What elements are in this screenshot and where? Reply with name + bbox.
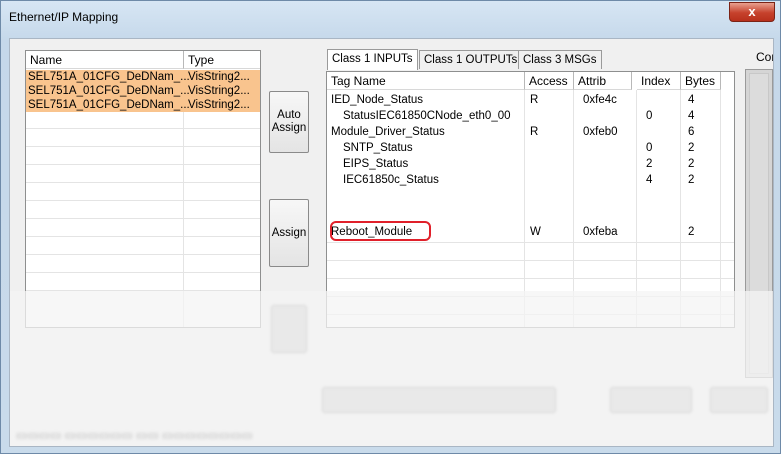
list-item-name: SEL751A_01CFG_DeDNam_... (28, 99, 190, 111)
index-cell: 0 (646, 142, 653, 154)
list-item[interactable]: SEL751A_01CFG_DeDNam_... VisString2... (26, 84, 260, 98)
grid-line (26, 128, 260, 129)
bytes-cell: 6 (688, 126, 695, 138)
tab-class3-msgs[interactable]: Class 3 MSGs (518, 50, 602, 69)
list-item-type: VisString2... (188, 71, 250, 83)
column-header-access[interactable]: Access (525, 72, 574, 90)
close-button[interactable]: x (729, 2, 775, 22)
list-item[interactable]: SEL751A_01CFG_DeDNam_... VisString2... (26, 98, 260, 112)
index-cell: 0 (646, 110, 653, 122)
bytes-cell: 2 (688, 142, 695, 154)
attrib-cell: 0xfeb0 (583, 126, 618, 138)
list-item-type: VisString2... (188, 99, 250, 111)
tag-name-cell: SNTP_Status (343, 142, 413, 154)
blurred-button[interactable] (271, 305, 307, 353)
blurred-button[interactable] (610, 387, 692, 413)
column-header-bytes[interactable]: Bytes (681, 72, 721, 90)
grid-line (26, 146, 260, 147)
available-tags-list[interactable]: Name Type SEL751A_01CFG_DeDNam_... VisSt… (25, 50, 261, 328)
bytes-cell: 2 (688, 174, 695, 186)
grid-line (26, 254, 260, 255)
grid-line (26, 164, 260, 165)
auto-assign-button[interactable]: Auto Assign (269, 91, 309, 153)
washed-out-region (10, 291, 773, 446)
blurred-button[interactable] (710, 387, 768, 413)
bytes-cell: 4 (688, 94, 695, 106)
grid-line (26, 218, 260, 219)
assign-button[interactable]: Assign (269, 199, 309, 267)
tag-name-cell: EIPS_Status (343, 158, 409, 170)
tag-name-cell: IEC61850c_Status (343, 174, 439, 186)
access-cell: R (530, 126, 539, 138)
highlight-circle (330, 221, 431, 241)
attrib-cell: 0xfe4c (583, 94, 617, 106)
column-header-index[interactable]: Index (637, 72, 681, 90)
grid-line (327, 260, 734, 261)
list-item-name: SEL751A_01CFG_DeDNam_... (28, 85, 190, 97)
tag-mapping-table[interactable]: Tag Name Access Attrib Index Bytes IED_N… (326, 71, 735, 328)
window-title: Ethernet/IP Mapping (9, 10, 119, 24)
index-cell: 2 (646, 158, 653, 170)
list-item-name: SEL751A_01CFG_DeDNam_... (28, 71, 190, 83)
ethernet-ip-mapping-window: Ethernet/IP Mapping x Name Type SEL751A_… (0, 0, 781, 454)
bytes-cell: 2 (688, 158, 695, 170)
dialog-client-area: Name Type SEL751A_01CFG_DeDNam_... VisSt… (9, 38, 774, 447)
grid-line (26, 200, 260, 201)
access-cell: W (530, 226, 541, 238)
column-header-type[interactable]: Type (184, 51, 260, 69)
attrib-cell: 0xfeba (583, 226, 618, 238)
tag-name-cell: Module_Driver_Status (331, 126, 445, 138)
access-cell: R (530, 94, 539, 106)
list-item[interactable]: SEL751A_01CFG_DeDNam_... VisString2... (26, 70, 260, 84)
grid-line (26, 236, 260, 237)
conn-label: Conn (756, 50, 773, 64)
column-header-name[interactable]: Name (26, 51, 184, 69)
tag-name-cell: StatusIEC61850CNode_eth0_00 (343, 110, 511, 122)
grid-line (327, 278, 734, 279)
column-header-tag-name[interactable]: Tag Name (327, 72, 525, 90)
list-item-type: VisString2... (188, 85, 250, 97)
bytes-cell: 2 (688, 226, 695, 238)
blurred-status-text: ▭▭▭▭ ▭▭▭▭▭▭ ▭▭ ▭▭▭▭▭▭▭▭ (16, 428, 253, 442)
index-cell: 4 (646, 174, 653, 186)
tab-class1-inputs[interactable]: Class 1 INPUTs (327, 49, 418, 70)
grid-line (327, 242, 734, 243)
tag-name-cell: IED_Node_Status (331, 94, 424, 106)
grid-line (26, 272, 260, 273)
column-header-attrib[interactable]: Attrib (574, 72, 632, 90)
bytes-cell: 4 (688, 110, 695, 122)
grid-line (26, 182, 260, 183)
tab-class1-outputs[interactable]: Class 1 OUTPUTs (419, 50, 523, 69)
blurred-button[interactable] (322, 387, 556, 413)
